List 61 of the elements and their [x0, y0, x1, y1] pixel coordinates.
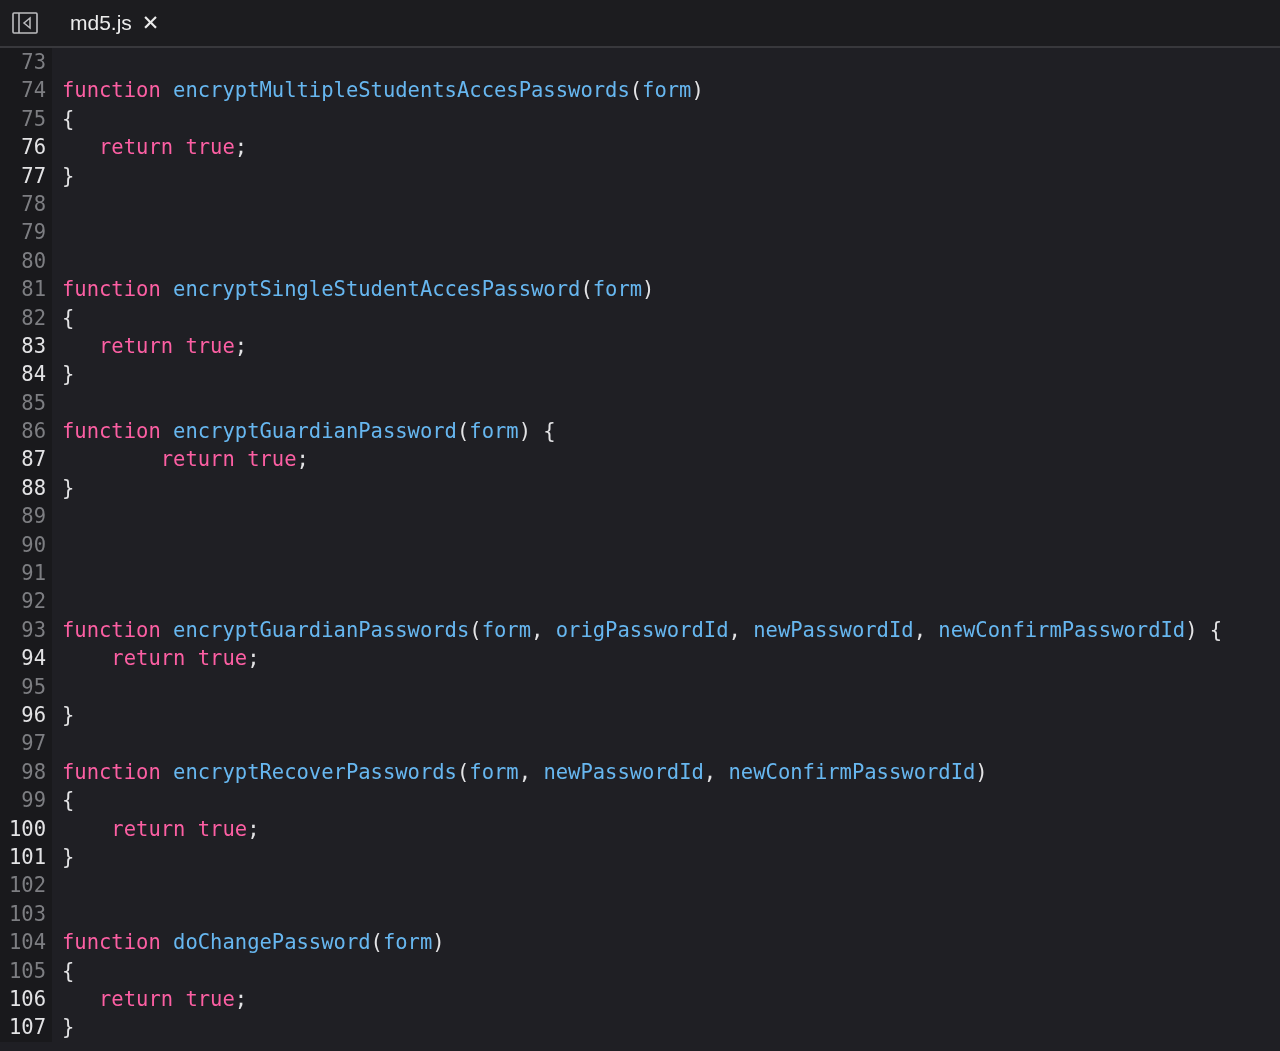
code-line: { [62, 106, 75, 131]
code-line: function encryptSingleStudentAccesPassword(form) [62, 277, 655, 302]
line-number: 105 [8, 958, 46, 983]
line-number: 104 [8, 930, 46, 955]
code-line: return true; [98, 986, 248, 1011]
line-number: 101 [8, 844, 46, 869]
line-number: 75 [21, 106, 46, 131]
line-number: 84 [21, 362, 46, 387]
close-button[interactable]: ✕ [141, 12, 160, 34]
line-number: 93 [21, 617, 46, 642]
line-number: 74 [21, 78, 46, 103]
code-line: { [62, 305, 75, 330]
line-number: 82 [21, 305, 46, 330]
line-number: 89 [21, 504, 46, 529]
sidebar-toggle-icon[interactable] [12, 12, 38, 34]
line-number: 78 [21, 191, 46, 216]
line-number: 90 [21, 532, 46, 557]
line-number: 77 [21, 163, 46, 188]
code-line: } [62, 703, 75, 727]
code-line: } [62, 1015, 75, 1040]
line-number: 83 [21, 333, 46, 358]
line-number: 73 [21, 50, 46, 74]
line-number: 81 [21, 277, 46, 302]
line-number: 91 [21, 561, 46, 586]
code-line: function encryptRecoverPasswords(form, newPasswordId, newConfirmPasswordId) [62, 759, 988, 784]
line-number: 100 [8, 816, 46, 841]
code-line: return true; [110, 816, 260, 841]
code-line: function doChangePassword(form) [62, 930, 445, 955]
code-line: return true; [110, 646, 260, 671]
line-number: 87 [21, 447, 46, 472]
line-number: 102 [8, 873, 46, 898]
line-number: 79 [21, 220, 46, 245]
code-line: return true; [98, 333, 248, 358]
code-line: function encryptGuardianPasswords(form, origPasswordId, newPasswordId, newConfirmPasswordId) { [62, 617, 1223, 642]
line-number: 98 [21, 759, 46, 784]
code-line: } [62, 362, 75, 387]
line-number: 88 [21, 475, 46, 500]
line-number: 94 [21, 646, 46, 671]
line-number: 95 [21, 674, 46, 699]
line-number: 85 [21, 390, 46, 415]
code-line: } [62, 163, 75, 188]
line-number: 106 [8, 986, 46, 1011]
code-line: function encryptGuardianPassword(form) { [62, 419, 556, 444]
line-number: 107 [8, 1015, 46, 1040]
line-number: 80 [21, 248, 46, 273]
file-tab[interactable]: md5.js ✕ [70, 11, 160, 35]
code-line: } [62, 844, 75, 869]
tab-title: md5.js [70, 11, 132, 35]
line-number: 92 [21, 589, 46, 614]
line-number: 96 [21, 703, 46, 727]
line-number: 76 [21, 135, 46, 160]
line-number: 103 [8, 901, 46, 926]
code-line: return true; [159, 447, 309, 472]
code-line: function encryptMultipleStudentsAccesPasswords(form) [62, 78, 704, 103]
code-line: { [62, 788, 75, 813]
line-number: 99 [21, 788, 46, 813]
line-number: 97 [21, 731, 46, 756]
code-line: { [62, 958, 75, 983]
code-line: return true; [98, 135, 248, 160]
line-number: 86 [21, 419, 46, 444]
code-line: } [62, 475, 75, 500]
